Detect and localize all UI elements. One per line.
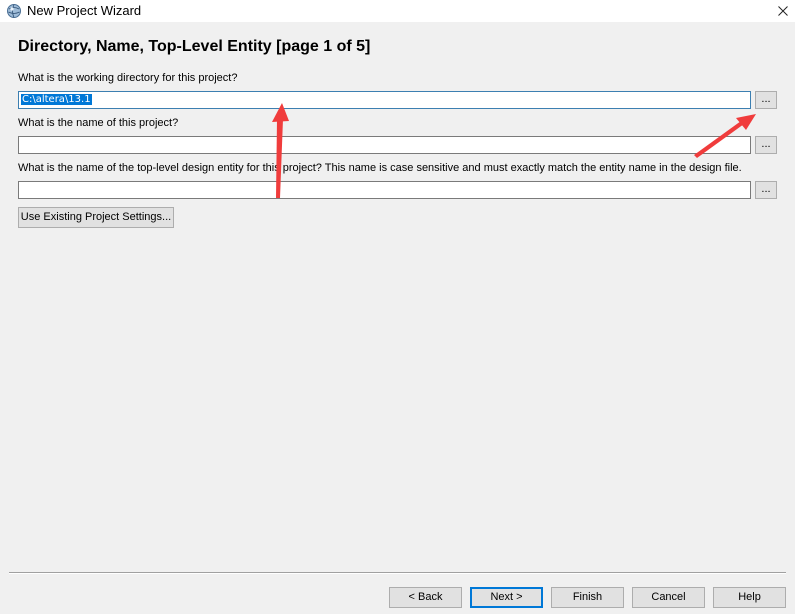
annotation-arrow-up-icon <box>272 103 289 198</box>
annotation-overlay <box>272 103 756 198</box>
new-project-wizard-window: New Project Wizard Directory, Name, Top-… <box>0 0 795 614</box>
annotation-arrow-diagonal-icon <box>694 114 756 158</box>
